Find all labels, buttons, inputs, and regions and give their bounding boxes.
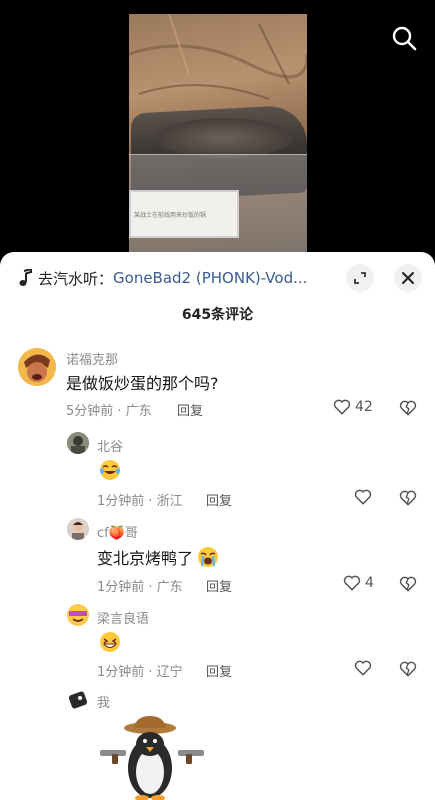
avatar-face-icon (67, 518, 89, 540)
music-note-icon (19, 269, 32, 286)
cowboy-penguin-sticker (100, 716, 204, 800)
avatar[interactable] (18, 348, 56, 386)
like-button[interactable] (353, 487, 376, 507)
crying-emoji-icon (198, 547, 218, 567)
grinning-emoji-icon (100, 632, 120, 652)
comment-username[interactable]: 梁言良语 (97, 608, 149, 627)
broken-heart-icon[interactable] (398, 659, 418, 679)
comment-meta: 1分钟前 · 广东 (97, 580, 183, 595)
like-count: 42 (355, 399, 373, 415)
comment-meta: 1分钟前 · 浙江 (97, 494, 183, 509)
comment-username[interactable]: 诺福克那 (66, 349, 118, 368)
avatar[interactable] (67, 432, 89, 454)
comment-username[interactable]: 我 (97, 692, 110, 711)
heart-icon (354, 489, 372, 505)
music-link-bar[interactable]: 去汽水听： GoneBad2 (PHONK)-Vod... (18, 266, 307, 290)
reply-button[interactable]: 回复 (177, 400, 203, 419)
expand-button[interactable] (346, 264, 374, 292)
broken-heart-icon[interactable] (398, 574, 418, 594)
close-button[interactable] (394, 264, 422, 292)
avatar-face-icon (67, 604, 89, 626)
avatar[interactable] (67, 688, 89, 710)
expand-icon (354, 272, 366, 284)
like-button[interactable]: 4 (342, 573, 374, 593)
comment-sheet: 去汽水听： GoneBad2 (PHONK)-Vod... 645条评论 诺福克… (0, 252, 435, 800)
avatar[interactable] (67, 518, 89, 540)
avatar-face-icon (68, 691, 88, 709)
like-button[interactable] (353, 658, 376, 678)
exhibit-placard: 某战士在前线用来炒饭的锅 (129, 190, 239, 238)
comment-meta: 1分钟前 · 辽宁 (97, 665, 183, 680)
avatar-face-icon (18, 348, 56, 386)
music-title-link[interactable]: GoneBad2 (PHONK)-Vod... (113, 269, 307, 287)
broken-heart-icon[interactable] (398, 488, 418, 508)
heart-icon (343, 575, 361, 591)
heart-icon (354, 660, 372, 676)
like-count: 4 (365, 575, 374, 591)
heart-icon (333, 399, 351, 415)
laugh-cry-emoji-icon (100, 460, 120, 480)
video-frame[interactable]: 某战士在前线用来炒饭的锅 (129, 14, 307, 258)
video-area[interactable]: 某战士在前线用来炒饭的锅 (0, 0, 435, 258)
search-icon[interactable] (390, 24, 418, 52)
avatar[interactable] (67, 604, 89, 626)
comment-username[interactable]: 北谷 (97, 436, 123, 455)
comment-meta: 5分钟前 · 广东 (66, 404, 152, 419)
close-icon (402, 272, 414, 284)
pan-rim (155, 118, 293, 158)
comment-username[interactable]: cf🍑哥 (97, 522, 138, 541)
like-button[interactable]: 42 (332, 397, 373, 417)
comment-text: 是做饭炒蛋的那个吗? (66, 374, 219, 393)
reply-button[interactable]: 回复 (206, 490, 232, 509)
reply-button[interactable]: 回复 (206, 576, 232, 595)
comment-text: 变北京烤鸭了 (97, 549, 194, 568)
comment-count: 645条评论 (181, 307, 254, 323)
broken-heart-icon[interactable] (398, 398, 418, 418)
reply-button[interactable]: 回复 (206, 661, 232, 680)
music-prefix: 去汽水听： (38, 269, 114, 288)
avatar-face-icon (67, 432, 89, 454)
